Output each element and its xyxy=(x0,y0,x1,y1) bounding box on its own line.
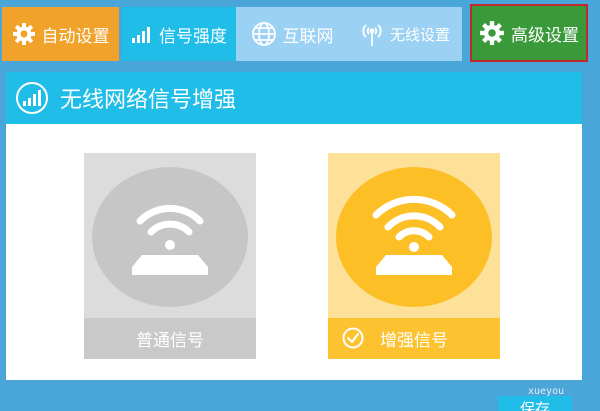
signal-bars-icon xyxy=(131,25,153,43)
gear-icon xyxy=(12,22,36,46)
tab-wireless-settings[interactable]: 无线设置 xyxy=(348,7,462,61)
option-label: 增强信号 xyxy=(380,331,448,351)
tab-advanced-settings[interactable]: 高级设置 xyxy=(470,4,588,62)
tab-label: 信号强度 xyxy=(159,26,227,47)
option-footer: 普通信号 xyxy=(84,318,256,359)
save-button[interactable]: 保存 xyxy=(498,396,572,411)
tab-label: 互联网 xyxy=(282,26,334,47)
option-icon-circle xyxy=(92,167,248,307)
panel-header: 无线网络信号增强 xyxy=(6,72,582,124)
wifi-router-icon xyxy=(372,195,456,275)
globe-icon xyxy=(251,21,277,47)
signal-bars-icon xyxy=(16,82,48,114)
option-icon-circle xyxy=(336,167,492,307)
tab-signal-strength[interactable]: 信号强度 xyxy=(122,7,236,61)
tab-label: 自动设置 xyxy=(41,26,110,47)
check-circle-icon xyxy=(342,327,364,354)
panel-title: 无线网络信号增强 xyxy=(60,88,237,113)
antenna-icon xyxy=(360,21,384,47)
wifi-router-icon xyxy=(132,204,208,275)
tab-auto-setup[interactable]: 自动设置 xyxy=(2,7,119,61)
signal-boost-panel: 无线网络信号增强 普通信号 增强信号 xyxy=(6,72,582,380)
top-navigation: 自动设置 信号强度 互联网 无线设置 高级设置 xyxy=(0,0,600,68)
tab-label: 无线设置 xyxy=(389,25,450,44)
normal-signal-option[interactable]: 普通信号 xyxy=(84,153,256,359)
boost-signal-option[interactable]: 增强信号 xyxy=(328,153,500,359)
gear-icon xyxy=(479,20,505,46)
tab-label: 高级设置 xyxy=(511,25,579,46)
tab-internet[interactable]: 互联网 xyxy=(236,7,348,61)
option-label: 普通信号 xyxy=(136,331,204,351)
option-footer: 增强信号 xyxy=(328,318,500,359)
